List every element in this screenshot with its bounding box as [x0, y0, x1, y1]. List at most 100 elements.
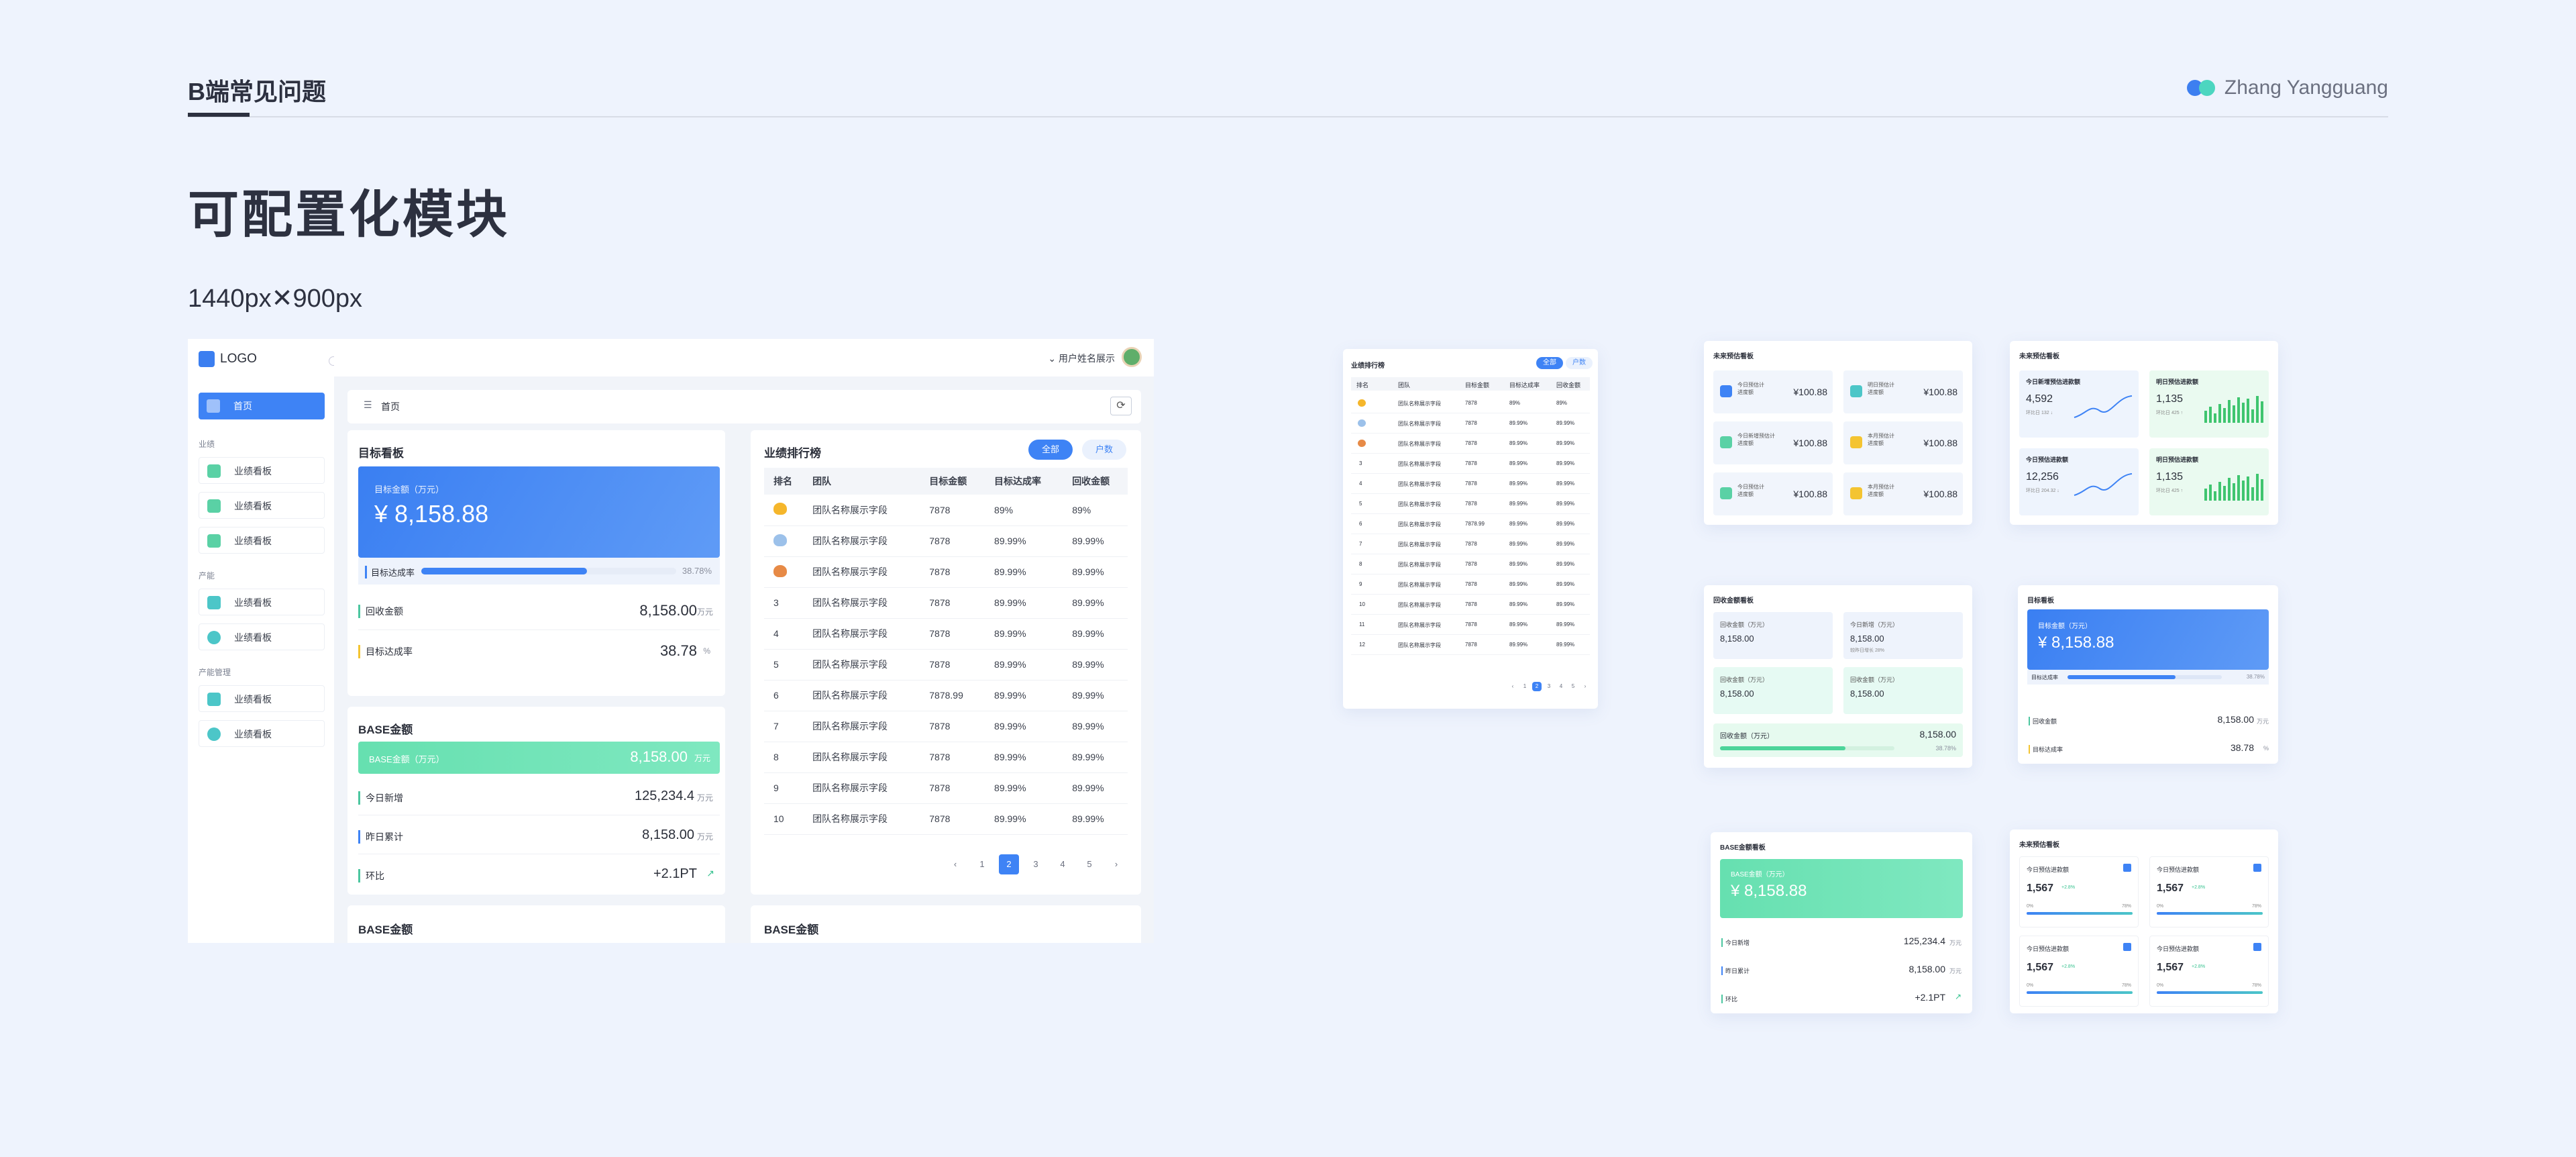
- table-row: 6 团队名称展示字段 7878.99 89.99% 89.99%: [764, 680, 1128, 711]
- progress-fill: [2157, 991, 2263, 994]
- pagination: ‹ 1 2 3 4 5 ›: [945, 854, 1126, 874]
- chart-icon: [207, 499, 221, 513]
- bottom-panel: BASE金额: [347, 905, 725, 943]
- sidebar-item-home[interactable]: 首页: [199, 393, 325, 419]
- table-row: 9 团队名称展示字段 7878 89.99% 89.99%: [764, 772, 1128, 804]
- author: Zhang Yangguang: [2186, 77, 2388, 99]
- logo[interactable]: LOGO: [199, 351, 257, 367]
- user-menu[interactable]: ⌄ 用户姓名展示: [1048, 352, 1115, 365]
- rank-table: 排名 团队 目标金额 目标达成率 回收金额 团队名称展示字段 7878 89% 89% 团队名称…: [764, 468, 1128, 835]
- target-card: 目标金额（万元） ¥ 8,158.88: [2027, 609, 2269, 670]
- sidebar: LOGO 首页 业绩 业绩看板 业绩看板 业绩看板 产能 业绩看板 业绩看板 产…: [188, 339, 338, 943]
- page-button[interactable]: 1: [972, 854, 992, 874]
- sidebar-item[interactable]: 业绩看板: [199, 720, 325, 747]
- refresh-icon[interactable]: ⟳: [1110, 397, 1132, 415]
- table-row: 团队名称展示字段 7878 89.99% 89.99%: [1351, 434, 1590, 454]
- menu-icon[interactable]: ☰: [364, 399, 372, 411]
- base-card: BASE金额（万元） ¥ 8,158.88: [1720, 859, 1963, 918]
- page-button[interactable]: ‹: [1508, 682, 1517, 691]
- author-name: Zhang Yangguang: [2224, 77, 2388, 99]
- medal-icon: [773, 503, 787, 515]
- base-row: 昨日累计 8,158.00 万元: [358, 817, 720, 854]
- table-row: 9 团队名称展示字段 7878 89.99% 89.99%: [1351, 574, 1590, 595]
- tab-all[interactable]: 全部: [1536, 357, 1563, 369]
- calendar-icon[interactable]: [2253, 864, 2261, 872]
- page-title: 可配置化模块: [188, 187, 510, 244]
- table-row: 团队名称展示字段 7878 89.99% 89.99%: [764, 525, 1128, 557]
- sidebar-item[interactable]: 业绩看板: [199, 623, 325, 650]
- bottom-panel: BASE金额: [751, 905, 1141, 943]
- trend-up-icon: ↗: [1954, 992, 1962, 1001]
- table-row: 5 团队名称展示字段 7878 89.99% 89.99%: [764, 649, 1128, 681]
- rank-panel: 业绩排行榜 全部 户数 排名 团队 目标金额 目标达成率 回收金额 团队名称展示字段 78…: [751, 430, 1141, 895]
- page-button[interactable]: 4: [1053, 854, 1073, 874]
- chart-icon: [207, 534, 221, 548]
- sidebar-group: 产能管理: [199, 668, 231, 677]
- forecast-chart-item: 今日新增预估进款额 4,592 环比日 132 ↓: [2019, 370, 2139, 438]
- chart-icon: [207, 464, 221, 478]
- sidebar-item[interactable]: 业绩看板: [199, 589, 325, 615]
- avatar[interactable]: [1122, 347, 1142, 367]
- thumb-base: BASE金额看板 BASE金额（万元） ¥ 8,158.88 今日新增 125,…: [1711, 832, 1972, 1013]
- calendar-icon[interactable]: [2123, 864, 2131, 872]
- page-button[interactable]: ›: [1580, 682, 1590, 691]
- trend-up-icon: ↗: [706, 868, 714, 878]
- forecast-icon: [1850, 385, 1862, 397]
- tab-user[interactable]: 户数: [1566, 357, 1593, 369]
- pagination: ‹ 1 2 3 4 5 ›: [1508, 682, 1590, 691]
- thumb-recovery: 回收金额看板 回收金额（万元） 8,158.00 今日新增（万元） 8,158.00 较…: [1704, 585, 1972, 768]
- forecast-icon: [1850, 487, 1862, 499]
- sidebar-item[interactable]: 业绩看板: [199, 492, 325, 519]
- tab-all[interactable]: 全部: [1028, 440, 1073, 460]
- table-row: 7 团队名称展示字段 7878 89.99% 89.99%: [1351, 534, 1590, 554]
- target-progress: 目标达成率 38.78%: [358, 558, 720, 585]
- page-button[interactable]: 1: [1520, 682, 1529, 691]
- sparkline: [2074, 395, 2133, 418]
- forecast-icon: [1720, 487, 1732, 499]
- progress-fill: [2027, 991, 2133, 994]
- table-row: 8 团队名称展示字段 7878 89.99% 89.99%: [764, 742, 1128, 773]
- table-row: 7 团队名称展示字段 7878 89.99% 89.99%: [764, 711, 1128, 742]
- page-button[interactable]: ‹: [945, 854, 965, 874]
- sidebar-item[interactable]: 业绩看板: [199, 527, 325, 554]
- page-button[interactable]: 2: [999, 854, 1019, 874]
- sidebar-item[interactable]: 业绩看板: [199, 685, 325, 712]
- forecast-chart-item: 明日预估进款额 1,135 环比日 425 ↑: [2149, 448, 2269, 515]
- calendar-icon[interactable]: [2253, 943, 2261, 951]
- progress-fill: [2157, 912, 2263, 915]
- sparkline: [2204, 474, 2263, 501]
- forecast-progress-item: 今日预估进款额 1,567 +2.8% 0% 78%: [2149, 856, 2269, 927]
- page-button[interactable]: 2: [1532, 682, 1542, 691]
- home-icon: [207, 399, 220, 413]
- thumb-forecast: 未来预估看板 今日预估计 进度额 ¥100.88 明日预估计 进度额 ¥100.88 今…: [1704, 341, 1972, 525]
- sidebar-group: 业绩: [199, 440, 215, 449]
- breadcrumb: ☰ 首页 ⟳: [347, 390, 1141, 423]
- sparkline: [2074, 473, 2133, 496]
- sidebar-group: 产能: [199, 571, 215, 581]
- page-button[interactable]: 5: [1079, 854, 1099, 874]
- forecast-icon: [1720, 436, 1732, 448]
- table-row: 8 团队名称展示字段 7878 89.99% 89.99%: [1351, 554, 1590, 574]
- target-row: 回收金额 8,158.00 万元: [358, 591, 720, 630]
- forecast-item: 本月预估计 进度额 ¥100.88: [1843, 472, 1963, 515]
- panel-title: BASE金额: [358, 723, 413, 736]
- tab-user[interactable]: 户数: [1082, 440, 1126, 460]
- table-row: 11 团队名称展示字段 7878 89.99% 89.99%: [1351, 615, 1590, 635]
- breadcrumb-home[interactable]: 首页: [381, 400, 400, 413]
- calendar-icon[interactable]: [2123, 943, 2131, 951]
- page-button[interactable]: 3: [1544, 682, 1554, 691]
- page-button[interactable]: ›: [1106, 854, 1126, 874]
- page-button[interactable]: 3: [1026, 854, 1046, 874]
- recovery-item: 今日新增（万元） 8,158.00 较昨日增长 28%: [1843, 612, 1963, 659]
- sidebar-item[interactable]: 业绩看板: [199, 457, 325, 484]
- cart-icon: [207, 693, 221, 706]
- page-button[interactable]: 4: [1556, 682, 1566, 691]
- medal-icon: [773, 564, 787, 577]
- forecast-item: 今日预估计 进度额 ¥100.88: [1713, 472, 1833, 515]
- thumb-forecast-progress: 未来预估看板 今日预估进款额 1,567 +2.8% 0% 78% 今日预估进款额 1,56…: [2010, 829, 2278, 1013]
- forecast-icon: [1850, 436, 1862, 448]
- page-button[interactable]: 5: [1568, 682, 1578, 691]
- circle-icon: [207, 631, 221, 644]
- base-row: 环比 +2.1PT ↗: [358, 856, 720, 893]
- sparkline: [2204, 396, 2263, 423]
